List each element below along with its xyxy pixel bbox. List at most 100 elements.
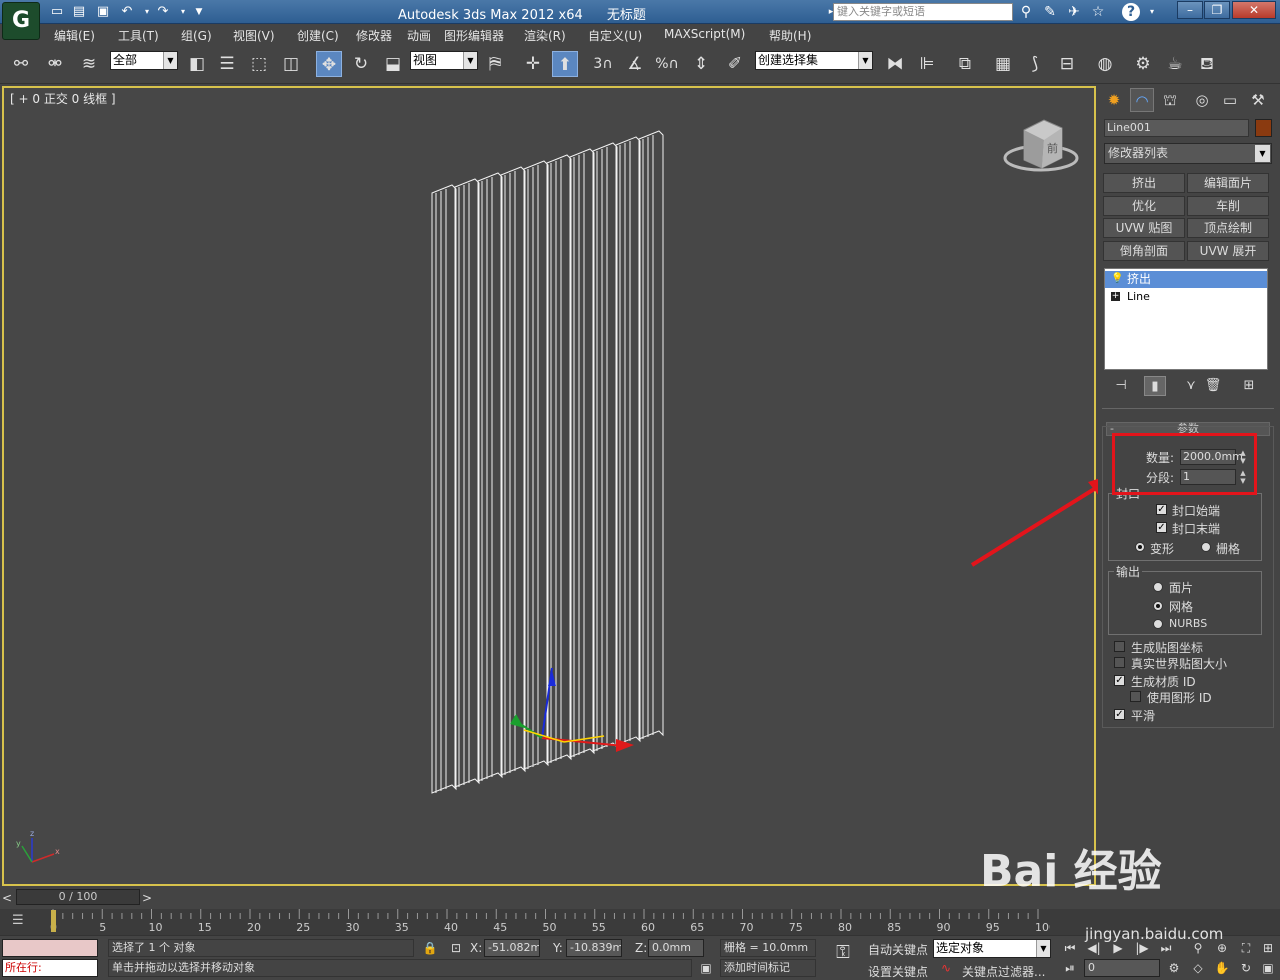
menu-rendering[interactable]: 渲染(R) — [524, 27, 566, 44]
new-file-icon[interactable]: ▭ — [48, 3, 66, 21]
select-and-link-icon[interactable]: ⚯ — [8, 51, 34, 77]
save-file-icon[interactable]: ▣ — [94, 3, 112, 21]
open-file-icon[interactable]: ▤ — [70, 3, 88, 21]
modifier-button-optimize[interactable]: 优化 — [1103, 196, 1185, 216]
previous-frame-icon[interactable]: < — [0, 889, 14, 907]
window-crossing-icon[interactable]: ◫ — [278, 51, 304, 77]
menu-views[interactable]: 视图(V) — [233, 27, 275, 44]
modifier-button-vertex-paint[interactable]: 顶点绘制 — [1187, 218, 1269, 238]
subscription-icon[interactable]: ✎ — [1040, 3, 1060, 21]
curve-editor-icon[interactable]: ⟆ — [1022, 51, 1048, 77]
rectangular-selection-icon[interactable]: ⬚ — [246, 51, 272, 77]
modifier-button-edit-patch[interactable]: 编辑面片 — [1187, 173, 1269, 193]
expand-icon[interactable]: + — [1111, 292, 1120, 301]
menu-edit[interactable]: 编辑(E) — [54, 27, 95, 44]
move-gizmo[interactable] — [510, 667, 634, 752]
angle-snap-icon[interactable]: ∡ — [622, 51, 648, 77]
pan-view-icon[interactable]: ✋ — [1212, 959, 1232, 977]
modifier-button-bevel-profile[interactable]: 倒角剖面 — [1103, 241, 1185, 261]
lightbulb-icon[interactable]: 💡 — [1111, 273, 1123, 285]
mirror-icon[interactable]: ⧓ — [882, 51, 908, 77]
cap-end-checkbox[interactable]: ✓ — [1156, 522, 1167, 533]
layer-manager-icon[interactable]: ⧉ — [952, 51, 978, 77]
object-color-swatch[interactable] — [1255, 119, 1272, 137]
cap-start-checkbox[interactable]: ✓ — [1156, 504, 1167, 515]
auto-key-button[interactable]: 自动关键点 — [868, 941, 928, 958]
zoom-extents-all-icon[interactable]: ⊞ — [1258, 939, 1278, 957]
minimize-icon[interactable]: – — [1177, 1, 1203, 19]
menu-customize[interactable]: 自定义(U) — [588, 27, 642, 44]
stack-item-extrude[interactable]: 💡 挤出 — [1105, 271, 1267, 288]
pivot-center-icon[interactable]: ⛿ — [482, 51, 508, 77]
viewport-front[interactable]: [ + 0 正交 0 线框 ] 前 z x y — [2, 86, 1096, 886]
current-frame-field[interactable]: 0 — [1084, 959, 1160, 977]
timeline-ruler[interactable]: 0510152025303540455055606570758085909510… — [40, 909, 1050, 935]
reference-coordinate-dropdown[interactable]: 视图 ▼ — [410, 51, 478, 70]
modifier-button-lathe[interactable]: 车削 — [1187, 196, 1269, 216]
modifier-list-dropdown[interactable]: 修改器列表 ▼ — [1104, 143, 1272, 164]
object-name-field[interactable]: Line001 — [1104, 119, 1249, 137]
modify-tab-icon[interactable]: ◠ — [1130, 88, 1154, 112]
output-patch-radio[interactable] — [1153, 582, 1163, 592]
maxscript-mini-listener[interactable] — [2, 939, 98, 957]
select-and-scale-icon[interactable]: ⬓ — [380, 51, 406, 77]
output-nurbs-radio[interactable] — [1153, 619, 1163, 629]
restore-icon[interactable]: ❐ — [1204, 1, 1230, 19]
graphite-modeling-icon[interactable]: ▦ — [990, 51, 1016, 77]
key-filters-icon[interactable]: ∿ — [936, 959, 956, 977]
x-coordinate-field[interactable]: -51.082mm — [484, 939, 540, 957]
select-by-name-icon[interactable]: ☰ — [214, 51, 240, 77]
remove-modifier-icon[interactable]: 🗑 — [1202, 376, 1224, 396]
bind-space-warp-icon[interactable]: ≋ — [76, 51, 102, 77]
select-and-manipulate-icon[interactable]: ✛ — [520, 51, 546, 77]
menu-help[interactable]: 帮助(H) — [769, 27, 811, 44]
named-selection-dropdown[interactable]: 创建选择集 ▼ — [755, 51, 873, 70]
maximize-viewport-icon[interactable]: ▣ — [1258, 959, 1278, 977]
pin-stack-icon[interactable]: ⊣ — [1110, 376, 1132, 396]
binoculars-icon[interactable]: ⚲ — [1016, 3, 1036, 21]
search-input[interactable]: 键入关键字或短语 — [833, 3, 1013, 21]
zoom-extents-icon[interactable]: ⛶ — [1236, 939, 1256, 957]
y-coordinate-field[interactable]: -10.839mm — [566, 939, 622, 957]
key-filters-button[interactable]: 关键点过滤器... — [962, 963, 1045, 980]
quick-access-menu-icon[interactable]: ▼ — [190, 3, 208, 21]
morph-radio[interactable] — [1135, 542, 1145, 552]
maxscript-listener-line[interactable]: 所在行: — [2, 959, 98, 977]
communication-center-icon[interactable]: ✈ — [1064, 3, 1084, 21]
show-end-result-icon[interactable]: ▮ — [1144, 376, 1166, 396]
generate-material-ids-checkbox[interactable]: ✓ — [1114, 675, 1125, 686]
render-setup-icon[interactable]: ⚙ — [1130, 51, 1156, 77]
redo-icon[interactable]: ↷ — [154, 3, 172, 21]
viewcube[interactable]: 前 — [1003, 119, 1079, 172]
material-editor-icon[interactable]: ◍ — [1092, 51, 1118, 77]
real-world-map-size-checkbox[interactable] — [1114, 657, 1125, 668]
next-frame-icon[interactable]: > — [140, 889, 154, 907]
make-unique-icon[interactable]: ⋎ — [1180, 376, 1202, 396]
modifier-button-uvw-map[interactable]: UVW 贴图 — [1103, 218, 1185, 238]
display-tab-icon[interactable]: ▭ — [1218, 88, 1242, 112]
hierarchy-tab-icon[interactable]: ⛫ — [1158, 88, 1182, 112]
help-dropdown-icon[interactable]: ▾ — [1142, 3, 1162, 21]
smooth-checkbox[interactable]: ✓ — [1114, 709, 1125, 720]
create-tab-icon[interactable]: ✹ — [1102, 88, 1126, 112]
favorites-icon[interactable]: ☆ — [1088, 3, 1108, 21]
selection-filter-dropdown[interactable]: 全部 ▼ — [110, 51, 178, 70]
modifier-button-extrude[interactable]: 挤出 — [1103, 173, 1185, 193]
menu-maxscript[interactable]: MAXScript(M) — [664, 27, 745, 41]
modifier-button-unwrap-uvw[interactable]: UVW 展开 — [1187, 241, 1269, 261]
use-shape-ids-checkbox[interactable] — [1130, 691, 1141, 702]
time-slider[interactable]: 0 / 100 — [16, 889, 140, 905]
output-mesh-radio[interactable] — [1153, 601, 1163, 611]
configure-modifier-sets-icon[interactable]: ⊞ — [1238, 376, 1260, 396]
select-object-icon[interactable]: ◧ — [184, 51, 210, 77]
generate-mapping-coords-checkbox[interactable] — [1114, 641, 1125, 652]
menu-create[interactable]: 创建(C) — [297, 27, 339, 44]
close-icon[interactable]: ✕ — [1232, 1, 1276, 19]
snaps-toggle-icon[interactable]: 3∩ — [590, 51, 616, 77]
absolute-mode-icon[interactable]: ⊡ — [446, 939, 466, 957]
utilities-tab-icon[interactable]: ⚒ — [1246, 88, 1270, 112]
orbit-icon[interactable]: ↻ — [1236, 959, 1256, 977]
set-key-button[interactable]: 设置关键点 — [868, 963, 928, 980]
rendered-frame-window-icon[interactable]: ☕ — [1162, 51, 1188, 77]
menu-group[interactable]: 组(G) — [181, 27, 212, 44]
